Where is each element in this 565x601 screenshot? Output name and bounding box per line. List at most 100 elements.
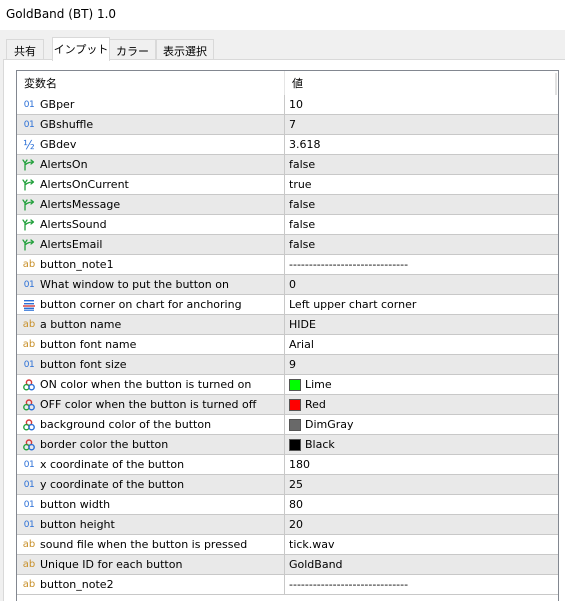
tab-colors-label: カラー — [116, 45, 149, 58]
table-row[interactable]: 01 What window to put the button on 0 — [17, 275, 558, 295]
variable-name: AlertsEmail — [40, 238, 103, 251]
variable-name: button width — [40, 498, 111, 511]
header-variable[interactable]: 変数名 — [17, 71, 285, 95]
table-row[interactable]: 01 GBper 10 — [17, 95, 558, 115]
table-row[interactable]: ab a button name HIDE — [17, 315, 558, 335]
table-row[interactable]: 01 button width 80 — [17, 495, 558, 515]
table-row[interactable]: ON color when the button is turned on Lim… — [17, 375, 558, 395]
variable-name: What window to put the button on — [40, 278, 229, 291]
double-type-icon: ½ — [23, 137, 35, 152]
tab-colors[interactable]: カラー — [109, 39, 156, 60]
color-swatch[interactable] — [289, 418, 301, 431]
string-type-icon: ab — [22, 339, 36, 350]
color-swatch[interactable] — [289, 378, 301, 391]
table-row[interactable]: ½ GBdev 3.618 — [17, 135, 558, 155]
table-row[interactable]: background color of the button DimGray — [17, 415, 558, 435]
integer-type-icon: 01 — [23, 499, 35, 510]
table-row[interactable]: 01 x coordinate of the button 180 — [17, 455, 558, 475]
string-type-icon: ab — [22, 559, 36, 570]
variable-name: sound file when the button is pressed — [40, 538, 248, 551]
table-row[interactable]: AlertsEmail false — [17, 235, 558, 255]
variable-name-cell: AlertsSound — [17, 215, 285, 234]
variable-value: 0 — [289, 278, 296, 291]
variable-value: 80 — [289, 498, 303, 511]
variable-value-cell[interactable]: Lime — [285, 375, 558, 394]
variable-name-cell: 01 button font size — [17, 355, 285, 374]
variable-value-cell[interactable]: 25 — [285, 475, 558, 494]
variable-name-cell: button corner on chart for anchoring — [17, 295, 285, 314]
string-type-icon: ab — [22, 579, 36, 590]
color-type-icon — [21, 378, 37, 392]
variable-name-cell: ab button_note1 — [17, 255, 285, 274]
table-row[interactable]: 01 button height 20 — [17, 515, 558, 535]
variable-value-cell[interactable]: Left upper chart corner — [285, 295, 558, 314]
variable-name-cell: 01 y coordinate of the button — [17, 475, 285, 494]
table-row[interactable]: OFF color when the button is turned off R… — [17, 395, 558, 415]
variable-value-cell[interactable]: 7 — [285, 115, 558, 134]
variable-value-cell[interactable]: 0 — [285, 275, 558, 294]
table-row[interactable]: button corner on chart for anchoring Left… — [17, 295, 558, 315]
variable-value-cell[interactable]: DimGray — [285, 415, 558, 434]
variable-name-cell: AlertsEmail — [17, 235, 285, 254]
variable-name-cell: ON color when the button is turned on — [17, 375, 285, 394]
table-row[interactable]: 01 GBshuffle 7 — [17, 115, 558, 135]
table-row[interactable]: ab Unique ID for each button GoldBand — [17, 555, 558, 575]
variable-value-cell[interactable]: GoldBand — [285, 555, 558, 574]
table-row[interactable]: AlertsSound false — [17, 215, 558, 235]
variable-value-cell[interactable]: false — [285, 215, 558, 234]
variable-value-cell[interactable]: false — [285, 235, 558, 254]
variable-value: 25 — [289, 478, 303, 491]
table-row[interactable]: 01 y coordinate of the button 25 — [17, 475, 558, 495]
variable-value-cell[interactable]: tick.wav — [285, 535, 558, 554]
tab-visualization[interactable]: 表示選択 — [156, 39, 214, 60]
variable-name: button_note2 — [40, 578, 114, 591]
tab-inputs[interactable]: インプット — [52, 37, 110, 61]
grid-rows: 01 GBper 10 01 GBshuffle 7 ½ GBdev 3.618 AlertsOn… — [17, 95, 558, 595]
table-row[interactable]: AlertsMessage false — [17, 195, 558, 215]
color-swatch[interactable] — [289, 398, 301, 411]
table-row[interactable]: 01 button font size 9 — [17, 355, 558, 375]
variable-name: button font name — [40, 338, 137, 351]
tab-common[interactable]: 共有 — [6, 39, 44, 60]
variable-value-cell[interactable]: false — [285, 155, 558, 174]
table-row[interactable]: AlertsOn false — [17, 155, 558, 175]
table-row[interactable]: ab button_note2 --------------------------… — [17, 575, 558, 595]
variable-value: ------------------------------ — [289, 578, 409, 591]
color-swatch[interactable] — [289, 438, 301, 451]
variable-value-cell[interactable]: Black — [285, 435, 558, 454]
table-row[interactable]: AlertsOnCurrent true — [17, 175, 558, 195]
variable-name: x coordinate of the button — [40, 458, 185, 471]
variable-name: Unique ID for each button — [40, 558, 183, 571]
integer-type-icon: 01 — [23, 519, 35, 530]
variable-value-cell[interactable]: Arial — [285, 335, 558, 354]
variable-value-cell[interactable]: 20 — [285, 515, 558, 534]
header-value[interactable]: 値 — [285, 71, 558, 95]
variable-name-cell: ab sound file when the button is pressed — [17, 535, 285, 554]
variable-value-cell[interactable]: false — [285, 195, 558, 214]
variable-name: border color the button — [40, 438, 169, 451]
variable-value: DimGray — [305, 418, 354, 431]
boolean-type-icon — [21, 178, 37, 192]
table-row[interactable]: ab button_note1 --------------------------… — [17, 255, 558, 275]
variable-value-cell[interactable]: ------------------------------ — [285, 575, 558, 594]
table-row[interactable]: ab button font name Arial — [17, 335, 558, 355]
boolean-type-icon — [21, 238, 37, 252]
table-row[interactable]: ab sound file when the button is pressed t… — [17, 535, 558, 555]
header-variable-label: 変数名 — [24, 77, 57, 90]
variable-value-cell[interactable]: 80 — [285, 495, 558, 514]
variable-value-cell[interactable]: HIDE — [285, 315, 558, 334]
variable-value: false — [289, 218, 316, 231]
variable-value-cell[interactable]: 9 — [285, 355, 558, 374]
variable-name: AlertsOn — [40, 158, 88, 171]
table-row[interactable]: border color the button Black — [17, 435, 558, 455]
scrollbar[interactable] — [555, 73, 557, 95]
variable-name-cell: ab a button name — [17, 315, 285, 334]
variable-value-cell[interactable]: ------------------------------ — [285, 255, 558, 274]
variable-value-cell[interactable]: 3.618 — [285, 135, 558, 154]
variable-value: 9 — [289, 358, 296, 371]
variable-value-cell[interactable]: Red — [285, 395, 558, 414]
color-type-icon — [21, 398, 37, 412]
variable-value-cell[interactable]: 10 — [285, 95, 558, 114]
variable-value-cell[interactable]: true — [285, 175, 558, 194]
variable-value-cell[interactable]: 180 — [285, 455, 558, 474]
